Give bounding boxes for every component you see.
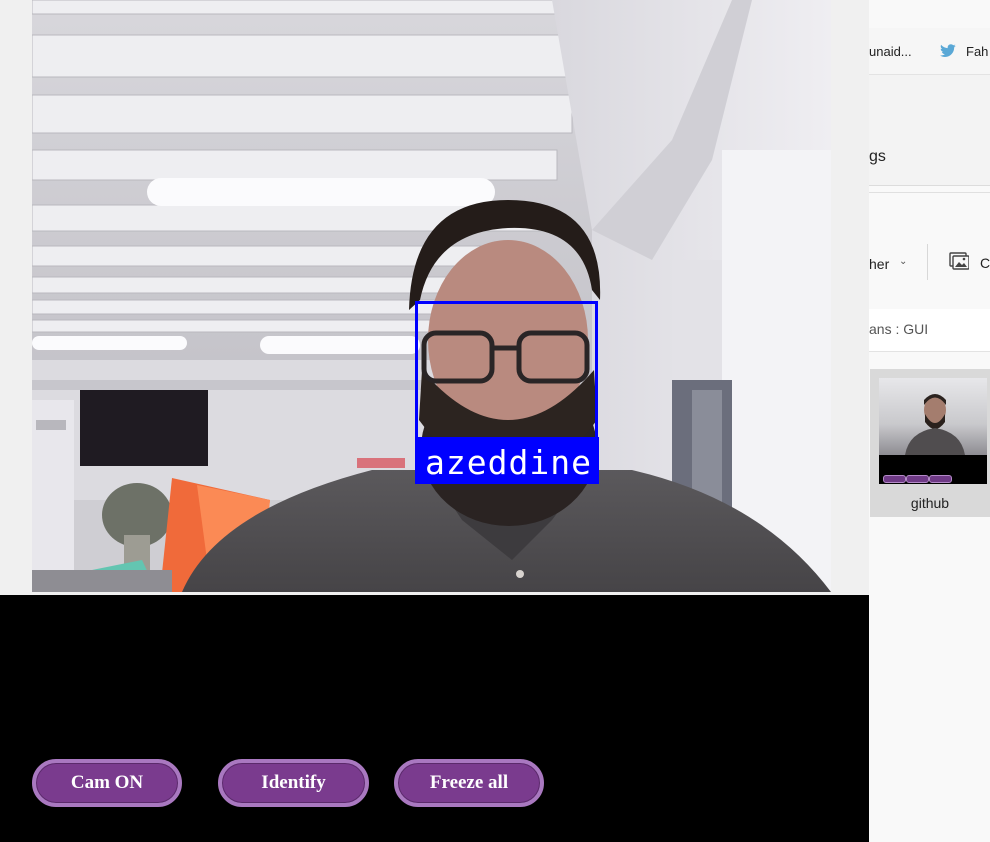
file-item-github[interactable]: github [870,369,990,517]
image-icon[interactable] [949,252,969,270]
ribbon-tab-label[interactable]: gs [869,148,886,166]
face-detection-box [415,301,598,440]
breadcrumb[interactable]: ans : GUI [869,321,928,337]
cam-on-button[interactable]: Cam ON [32,759,182,807]
bookmark-item[interactable]: Fah [966,44,988,59]
chevron-down-icon[interactable]: ⌄ [899,256,907,267]
image-thumbnail-icon [879,378,987,484]
background-window: unaid... Fah gs her ⌄ C ans : GUI github [869,0,990,842]
command-item[interactable]: her [869,256,889,272]
detected-name-label: azeddine [425,443,592,482]
face-recognition-app-window: azeddine Cam ON Identify Freeze all [0,0,869,842]
twitter-icon [940,44,956,57]
divider [927,244,928,280]
file-name: github [910,495,950,511]
identify-button[interactable]: Identify [218,759,369,807]
webcam-feed: azeddine [32,0,831,592]
freeze-all-button[interactable]: Freeze all [394,759,544,807]
video-panel: azeddine [0,0,869,594]
command-bar [869,192,990,310]
bookmark-item[interactable]: unaid... [869,44,912,59]
command-item[interactable]: C [980,255,990,271]
ribbon-tabs [869,75,990,186]
webcam-frame-image [32,0,831,592]
